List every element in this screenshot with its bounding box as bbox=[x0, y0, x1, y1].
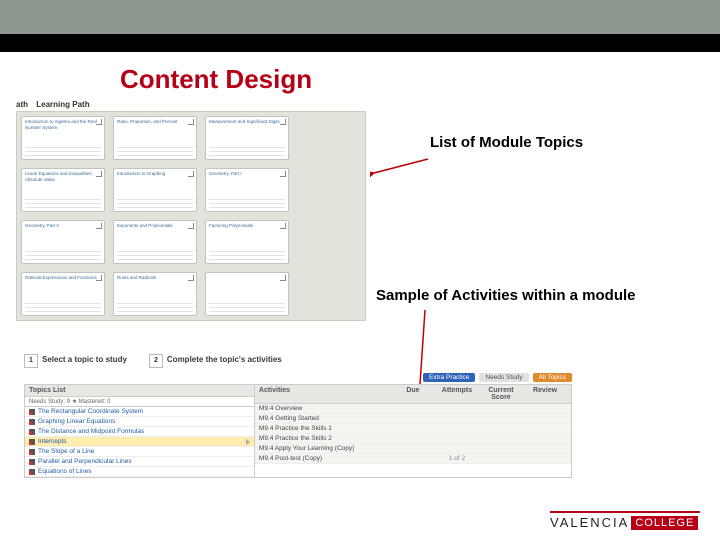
activities-header: Activities Due Attempts Current Score Re… bbox=[255, 385, 571, 404]
logo-valencia: VALENCIA bbox=[550, 515, 629, 530]
steps-header: 1 Select a topic to study 2 Complete the t… bbox=[24, 354, 572, 368]
activities-column: Activities Due Attempts Current Score Re… bbox=[255, 385, 571, 477]
pencil-icon bbox=[29, 419, 35, 425]
topic-row[interactable]: The Slope of a Line bbox=[25, 447, 254, 457]
topic-row[interactable]: Graphing Linear Equations bbox=[25, 417, 254, 427]
module-card[interactable]: Factoring Polynomials bbox=[205, 220, 289, 264]
module-grid: ath Learning Path Introduction to Algebr… bbox=[16, 100, 366, 321]
chevron-right-icon bbox=[246, 439, 250, 445]
tab-all-topics[interactable]: All Topics bbox=[533, 373, 572, 382]
module-card[interactable]: Ratio, Proportion, and Percent bbox=[113, 116, 197, 160]
step-number: 2 bbox=[149, 354, 163, 368]
module-card[interactable]: Rational Expressions and Functions bbox=[21, 272, 105, 316]
activity-row[interactable]: M9.4 Overview bbox=[255, 404, 571, 414]
activities-panel: 1 Select a topic to study 2 Complete the t… bbox=[24, 354, 572, 478]
col-attempts: Attempts bbox=[435, 387, 479, 401]
table-controls: Extra Practice Needs Study All Topics bbox=[24, 373, 572, 382]
arrow-icon bbox=[370, 157, 430, 177]
activity-row[interactable]: M9.4 Apply Your Learning (Copy) bbox=[255, 444, 571, 454]
module-card[interactable]: Linear Equations and Inequalities; Absol… bbox=[21, 168, 105, 212]
pencil-icon bbox=[29, 409, 35, 415]
activity-row[interactable]: M9.4 Post-test (Copy)1 of 2 bbox=[255, 454, 571, 464]
black-gap bbox=[0, 34, 720, 52]
extra-practice-button[interactable]: Extra Practice bbox=[423, 373, 475, 382]
step-label: Select a topic to study bbox=[42, 355, 127, 364]
tab-needs-study[interactable]: Needs Study bbox=[479, 373, 528, 382]
activities-table: Topics List Needs Study: 9 ★ Mastered: 0… bbox=[24, 384, 572, 478]
topic-row[interactable]: Equations of Lines bbox=[25, 467, 254, 477]
crumb-1: ath bbox=[16, 100, 28, 109]
module-card[interactable]: Geometry, Part II bbox=[21, 220, 105, 264]
topics-meta: Needs Study: 9 ★ Mastered: 0 bbox=[25, 397, 254, 407]
col-score: Current Score bbox=[479, 387, 523, 401]
logo-college: COLLEGE bbox=[631, 516, 698, 530]
step-label: Complete the topic's activities bbox=[167, 355, 282, 364]
module-card[interactable] bbox=[205, 272, 289, 316]
grid-breadcrumb: ath Learning Path bbox=[16, 100, 366, 109]
slide-title: Content Design bbox=[120, 64, 720, 95]
module-card[interactable]: Roots and Radicals bbox=[113, 272, 197, 316]
col-review: Review bbox=[523, 387, 567, 401]
col-activities: Activities bbox=[259, 387, 391, 401]
activity-row[interactable]: M9.4 Getting Started bbox=[255, 414, 571, 424]
module-card[interactable]: Geometry, Part I bbox=[205, 168, 289, 212]
topic-row[interactable]: Intercepts bbox=[25, 437, 254, 447]
topic-row[interactable]: The Rectangular Coordinate System bbox=[25, 407, 254, 417]
activity-row[interactable]: M9.4 Practice the Skills 2 bbox=[255, 434, 571, 444]
annotation-activities: Sample of Activities within a module bbox=[376, 287, 636, 304]
module-card[interactable]: Measurement and Significant Digits bbox=[205, 116, 289, 160]
pencil-icon bbox=[29, 449, 35, 455]
step-number: 1 bbox=[24, 354, 38, 368]
crumb-2: Learning Path bbox=[36, 100, 89, 109]
col-due: Due bbox=[391, 387, 435, 401]
topics-header: Topics List bbox=[25, 385, 254, 397]
top-border bbox=[0, 0, 720, 34]
pencil-icon bbox=[29, 439, 35, 445]
module-card[interactable]: Introduction to Graphing bbox=[113, 168, 197, 212]
valencia-logo: VALENCIA COLLEGE bbox=[550, 511, 700, 530]
module-cards: Introduction to Algebra and the Real Num… bbox=[16, 111, 366, 321]
module-card[interactable]: Introduction to Algebra and the Real Num… bbox=[21, 116, 105, 160]
pencil-icon bbox=[29, 469, 35, 475]
slide: Content Design ath Learning Path Introdu… bbox=[0, 0, 720, 540]
module-card[interactable]: Exponents and Polynomials bbox=[113, 220, 197, 264]
activity-row[interactable]: M9.4 Practice the Skills 1 bbox=[255, 424, 571, 434]
pencil-icon bbox=[29, 459, 35, 465]
annotation-modules: List of Module Topics bbox=[430, 134, 583, 151]
topic-row[interactable]: The Distance and Midpoint Formulas bbox=[25, 427, 254, 437]
topics-column: Topics List Needs Study: 9 ★ Mastered: 0… bbox=[25, 385, 255, 477]
topic-row[interactable]: Parallel and Perpendicular Lines bbox=[25, 457, 254, 467]
pencil-icon bbox=[29, 429, 35, 435]
